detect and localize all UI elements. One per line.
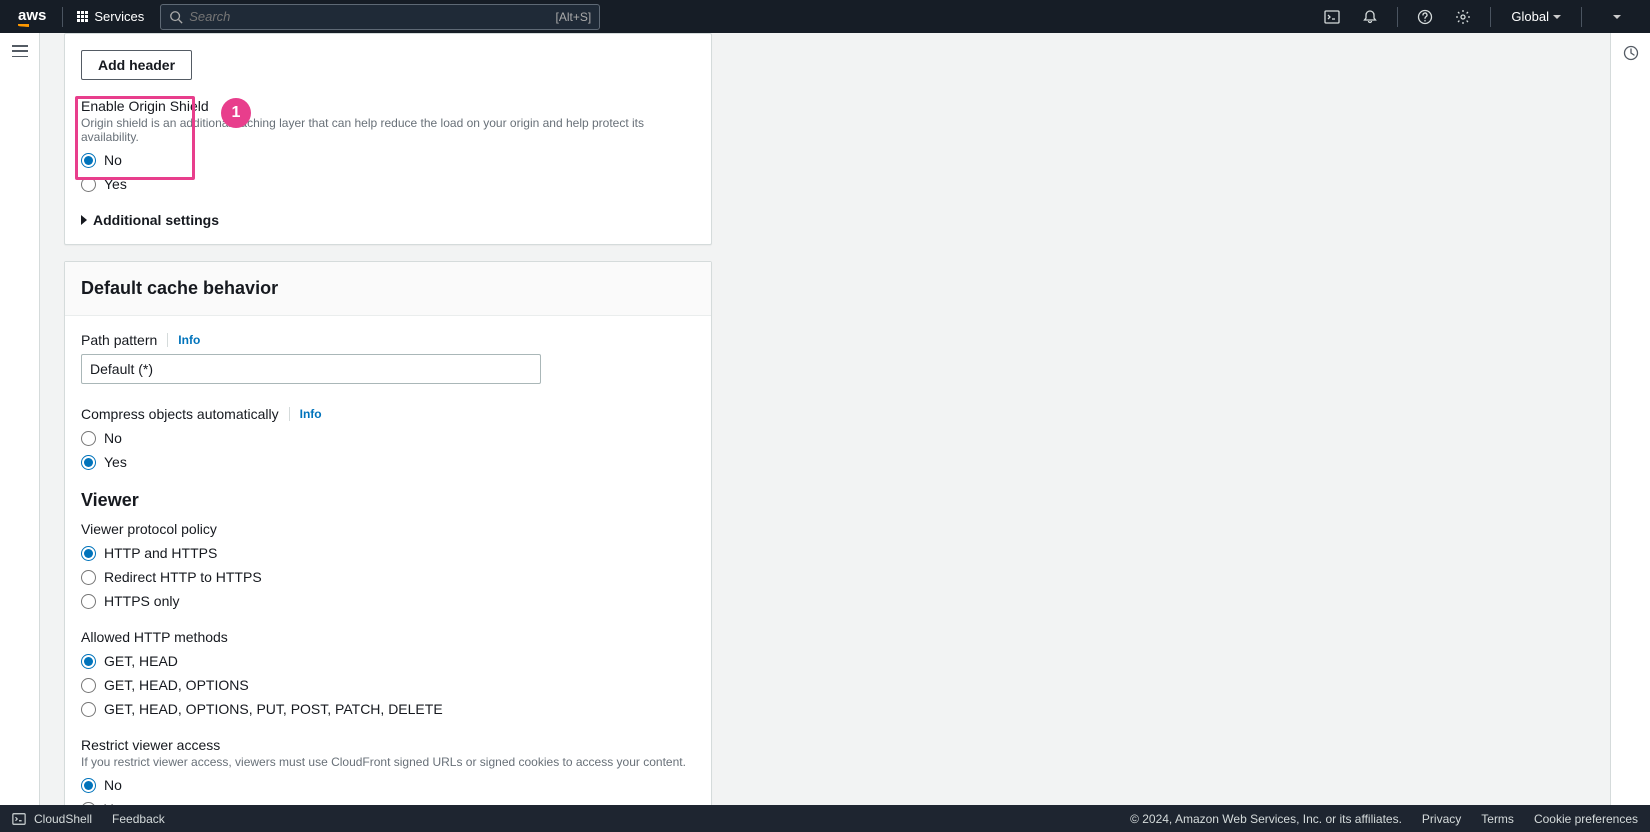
restrict-no-label[interactable]: No (104, 777, 122, 793)
cloudshell-icon[interactable] (1315, 0, 1349, 33)
divider (1490, 7, 1491, 27)
additional-settings-expander[interactable]: Additional settings (81, 212, 695, 228)
vpp-http-https-label[interactable]: HTTP and HTTPS (104, 545, 217, 561)
services-menu-button[interactable]: Services (69, 5, 152, 28)
menu-toggle-icon[interactable] (12, 45, 28, 57)
viewer-protocol-policy-label: Viewer protocol policy (81, 521, 695, 537)
search-container[interactable]: [Alt+S] (160, 4, 600, 30)
search-shortcut: [Alt+S] (556, 10, 592, 24)
cloudshell-label: CloudShell (34, 812, 92, 826)
additional-settings-label: Additional settings (93, 212, 219, 228)
origin-shield-yes-label[interactable]: Yes (104, 176, 127, 192)
aws-logo[interactable]: aws (8, 7, 56, 27)
caret-down-icon (1613, 15, 1621, 19)
compress-yes-label[interactable]: Yes (104, 454, 127, 470)
origin-shield-no-label[interactable]: No (104, 152, 122, 168)
annotation-badge-1: 1 (221, 98, 251, 128)
info-link[interactable]: Info (167, 333, 200, 347)
card-header: Default cache behavior (65, 262, 711, 316)
notifications-icon[interactable] (1353, 0, 1387, 33)
compress-no-radio[interactable] (81, 431, 96, 446)
cookie-preferences-link[interactable]: Cookie preferences (1534, 812, 1638, 826)
compress-no-label[interactable]: No (104, 430, 122, 446)
vpp-redirect-label[interactable]: Redirect HTTP to HTTPS (104, 569, 262, 585)
origin-settings-card: Add header 1 Enable Origin Shield Origin… (64, 33, 712, 245)
methods-all-label[interactable]: GET, HEAD, OPTIONS, PUT, POST, PATCH, DE… (104, 701, 443, 717)
methods-all-radio[interactable] (81, 702, 96, 717)
origin-shield-no-radio[interactable] (81, 153, 96, 168)
enable-origin-shield-description: Origin shield is an additional caching l… (81, 116, 695, 144)
region-label: Global (1511, 9, 1549, 24)
methods-get-head-label[interactable]: GET, HEAD (104, 653, 178, 669)
triangle-right-icon (81, 215, 87, 225)
divider (1581, 7, 1582, 27)
allowed-methods-label: Allowed HTTP methods (81, 629, 695, 645)
path-pattern-label: Path pattern (81, 332, 157, 348)
enable-origin-shield-label: Enable Origin Shield (81, 98, 695, 114)
restrict-viewer-description: If you restrict viewer access, viewers m… (81, 755, 695, 769)
card-title: Default cache behavior (81, 278, 695, 299)
aws-logo-text: aws (18, 7, 46, 24)
caret-down-icon (1553, 15, 1561, 19)
cloudshell-button[interactable]: CloudShell (12, 812, 92, 826)
feedback-link[interactable]: Feedback (112, 812, 165, 826)
compress-label: Compress objects automatically (81, 406, 279, 422)
recent-icon[interactable] (1623, 45, 1639, 805)
origin-shield-yes-radio[interactable] (81, 177, 96, 192)
search-input[interactable] (183, 9, 555, 24)
services-label: Services (94, 9, 144, 24)
main-content: Add header 1 Enable Origin Shield Origin… (40, 33, 1610, 805)
methods-get-head-options-radio[interactable] (81, 678, 96, 693)
copyright-text: © 2024, Amazon Web Services, Inc. or its… (1130, 812, 1402, 826)
privacy-link[interactable]: Privacy (1422, 812, 1461, 826)
vpp-http-https-radio[interactable] (81, 546, 96, 561)
terms-link[interactable]: Terms (1481, 812, 1514, 826)
account-menu[interactable] (1592, 0, 1642, 33)
compress-yes-radio[interactable] (81, 455, 96, 470)
vpp-https-only-radio[interactable] (81, 594, 96, 609)
viewer-heading: Viewer (81, 490, 695, 511)
left-rail (0, 33, 40, 805)
add-header-button[interactable]: Add header (81, 50, 192, 80)
vpp-https-only-label[interactable]: HTTPS only (104, 593, 179, 609)
methods-get-head-options-label[interactable]: GET, HEAD, OPTIONS (104, 677, 249, 693)
search-icon (169, 10, 183, 24)
right-rail (1610, 33, 1650, 805)
settings-icon[interactable] (1446, 0, 1480, 33)
info-link[interactable]: Info (289, 407, 322, 421)
top-navigation: aws Services [Alt+S] Global (0, 0, 1650, 33)
vpp-redirect-radio[interactable] (81, 570, 96, 585)
methods-get-head-radio[interactable] (81, 654, 96, 669)
restrict-no-radio[interactable] (81, 778, 96, 793)
help-icon[interactable] (1408, 0, 1442, 33)
grid-icon (77, 11, 88, 22)
path-pattern-input[interactable]: Default (*) (81, 354, 541, 384)
default-cache-behavior-card: Default cache behavior Path pattern Info… (64, 261, 712, 805)
divider (62, 7, 63, 27)
restrict-viewer-label: Restrict viewer access (81, 737, 695, 753)
divider (1397, 7, 1398, 27)
region-selector[interactable]: Global (1501, 9, 1571, 24)
footer: CloudShell Feedback © 2024, Amazon Web S… (0, 805, 1650, 832)
